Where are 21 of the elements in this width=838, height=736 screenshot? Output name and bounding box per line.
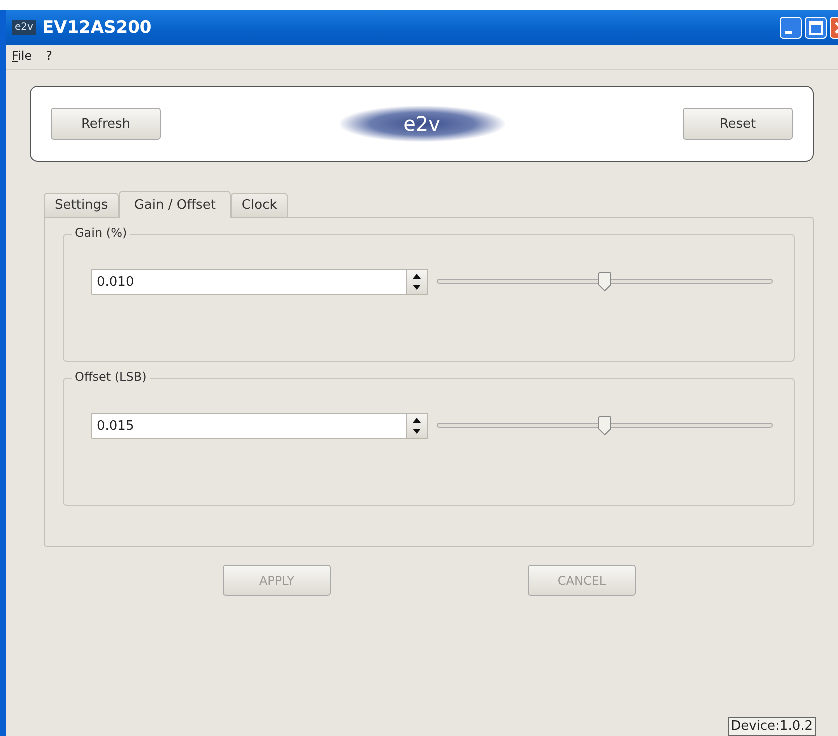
reset-button[interactable]: Reset xyxy=(683,108,793,140)
maximize-icon[interactable] xyxy=(805,16,827,38)
menu-item[interactable]: ? xyxy=(46,49,52,65)
group-title: Offset (LSB) xyxy=(72,370,150,384)
refresh-button[interactable]: Refresh xyxy=(51,108,161,140)
number-field[interactable]: 0.015 xyxy=(91,413,406,439)
slider[interactable] xyxy=(437,272,773,292)
logo: e2v xyxy=(340,106,504,142)
tab[interactable]: Clock xyxy=(230,193,288,217)
tab[interactable]: Settings xyxy=(44,193,120,217)
minimize-icon[interactable] xyxy=(780,16,802,38)
number-field[interactable]: 0.010 xyxy=(91,269,406,295)
menu-item[interactable]: File xyxy=(12,49,32,65)
slider[interactable] xyxy=(437,416,773,436)
status-text: Device:1.0.2 xyxy=(728,717,816,736)
app-logo: e2v xyxy=(12,20,36,35)
slider-thumb[interactable] xyxy=(598,416,612,436)
slider-thumb[interactable] xyxy=(598,272,612,292)
tab[interactable]: Gain / Offset xyxy=(119,191,231,218)
window-title: EV12AS200 xyxy=(42,18,152,38)
group-title: Gain (%) xyxy=(72,226,130,240)
